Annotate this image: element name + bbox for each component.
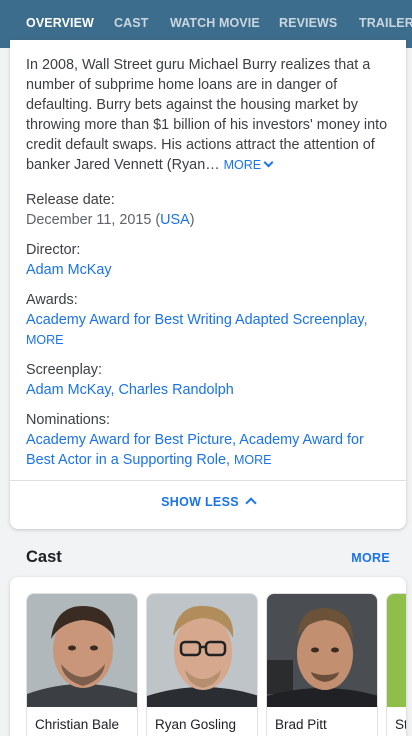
release-country-link[interactable]: USA [160, 212, 190, 228]
director-link[interactable]: Adam McKay [26, 262, 112, 278]
actor-photo [387, 594, 406, 707]
awards-field: Awards: Academy Award for Best Writing A… [26, 290, 394, 350]
director-label: Director: [26, 242, 81, 258]
actor-card-steve-carell[interactable]: Steve Carell [386, 593, 406, 736]
movie-description: In 2008, Wall Street guru Michael Burry … [26, 55, 394, 175]
cast-heading: Cast [26, 548, 62, 566]
actor-name: Steve Carell [395, 717, 406, 732]
description-more-button[interactable]: MORE [223, 157, 274, 172]
awards-more-button[interactable]: MORE [26, 333, 64, 347]
nominations-field: Nominations: Academy Award for Best Pict… [26, 410, 394, 470]
cast-more-button[interactable]: MORE [351, 551, 390, 565]
description-text: In 2008, Wall Street guru Michael Burry … [26, 57, 388, 173]
show-less-label: SHOW LESS [161, 495, 239, 509]
screenplay-label: Screenplay: [26, 362, 102, 378]
nominations-label: Nominations: [26, 412, 110, 428]
release-date-value: December 11, 2015 [26, 212, 152, 228]
description-more-label: MORE [223, 158, 262, 172]
release-date-field: Release date: December 11, 2015 (USA) [26, 190, 394, 230]
actor-card-ryan-gosling[interactable]: Ryan Gosling [146, 593, 258, 736]
nominations-more-button[interactable]: MORE [234, 453, 272, 467]
awards-label: Awards: [26, 292, 78, 308]
actor-name: Ryan Gosling [155, 717, 237, 732]
actor-photo [267, 594, 377, 707]
screenplay-field: Screenplay: Adam McKay, Charles Randolph [26, 360, 394, 400]
actor-card-christian-bale[interactable]: Christian Bale [26, 593, 138, 736]
cast-carousel: Christian Bale Ryan Gosling Brad Pitt S [10, 577, 406, 736]
nomination-link-1[interactable]: Academy Award for Best Picture [26, 432, 232, 448]
overview-card: In 2008, Wall Street guru Michael Burry … [10, 40, 406, 529]
divider [10, 480, 406, 481]
release-date-label: Release date: [26, 192, 115, 208]
director-field: Director: Adam McKay [26, 240, 394, 280]
show-less-button[interactable]: SHOW LESS [10, 495, 406, 509]
screenplay-link-2[interactable]: Charles Randolph [119, 382, 234, 398]
actor-photo [27, 594, 137, 707]
actor-name: Christian Bale [35, 717, 120, 732]
actor-card-brad-pitt[interactable]: Brad Pitt [266, 593, 378, 736]
award-link[interactable]: Academy Award for Best Writing Adapted S… [26, 312, 364, 328]
screenplay-link-1[interactable]: Adam McKay [26, 382, 111, 398]
chevron-up-icon [245, 497, 257, 509]
actor-photo [147, 594, 257, 707]
chevron-down-icon [263, 157, 274, 168]
actor-name: Brad Pitt [275, 717, 327, 732]
